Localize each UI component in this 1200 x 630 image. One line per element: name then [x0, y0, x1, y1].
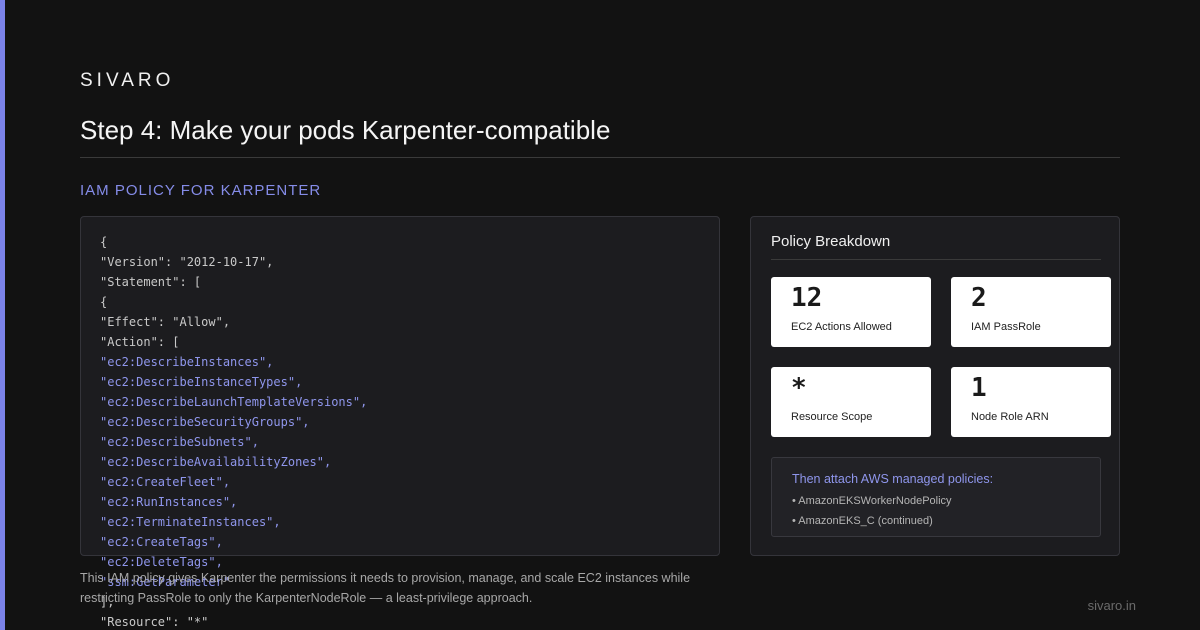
code-line: "ec2:TerminateInstances",	[100, 515, 281, 529]
stat-value: 2	[971, 283, 987, 313]
breakdown-divider	[771, 259, 1101, 260]
stat-card-node-role-arn: 1 Node Role ARN	[951, 367, 1111, 437]
managed-policy-item: • AmazonEKSWorkerNodePolicy	[792, 495, 952, 507]
code-line: "Statement": [	[100, 275, 202, 289]
code-line: "ec2:DescribeInstances",	[100, 355, 274, 369]
code-line: "ec2:CreateFleet",	[100, 475, 231, 489]
code-line: "ec2:RunInstances",	[100, 495, 238, 509]
managed-policies-title: Then attach AWS managed policies:	[792, 472, 994, 486]
brand-logo: SIVARO	[80, 70, 175, 91]
code-line: "ec2:DescribeLaunchTemplateVersions",	[100, 395, 368, 409]
stat-label: Node Role ARN	[971, 411, 1049, 423]
stat-card-ec2-actions: 12 EC2 Actions Allowed	[771, 277, 931, 347]
stat-value: *	[791, 373, 807, 403]
code-line: {	[100, 295, 108, 309]
code-line: "Action": [	[100, 335, 180, 349]
code-line: "ec2:DescribeSubnets",	[100, 435, 259, 449]
managed-policy-item: • AmazonEKS_C (continued)	[792, 515, 933, 527]
code-line: "ec2:DescribeSecurityGroups",	[100, 415, 310, 429]
stat-label: EC2 Actions Allowed	[791, 321, 892, 333]
code-line: "ec2:DescribeAvailabilityZones",	[100, 455, 332, 469]
policy-breakdown-panel: Policy Breakdown 12 EC2 Actions Allowed …	[750, 216, 1120, 556]
code-line: {	[100, 235, 108, 249]
stat-value: 1	[971, 373, 987, 403]
policy-description: This IAM policy gives Karpenter the perm…	[80, 571, 691, 605]
stat-label: IAM PassRole	[971, 321, 1041, 333]
code-line: "Resource": "*"	[100, 615, 209, 629]
code-line: "ec2:CreateTags",	[100, 535, 223, 549]
managed-policies-box: Then attach AWS managed policies: • Amaz…	[771, 457, 1101, 537]
title-divider	[80, 157, 1120, 158]
stat-card-resource-scope: * Resource Scope	[771, 367, 931, 437]
code-line: "ec2:DescribeInstanceTypes",	[100, 375, 303, 389]
page-title: Step 4: Make your pods Karpenter-compati…	[80, 115, 611, 145]
accent-bar	[0, 0, 5, 630]
stat-value: 12	[791, 283, 823, 313]
code-line: "Effect": "Allow",	[100, 315, 231, 329]
footer-site-link[interactable]: sivaro.in	[1088, 598, 1136, 613]
stat-card-iam-passrole: 2 IAM PassRole	[951, 277, 1111, 347]
section-label: IAM POLICY FOR KARPENTER	[80, 182, 322, 199]
breakdown-title: Policy Breakdown	[771, 233, 891, 250]
code-line: "Version": "2012-10-17",	[100, 255, 274, 269]
stat-label: Resource Scope	[791, 411, 873, 423]
